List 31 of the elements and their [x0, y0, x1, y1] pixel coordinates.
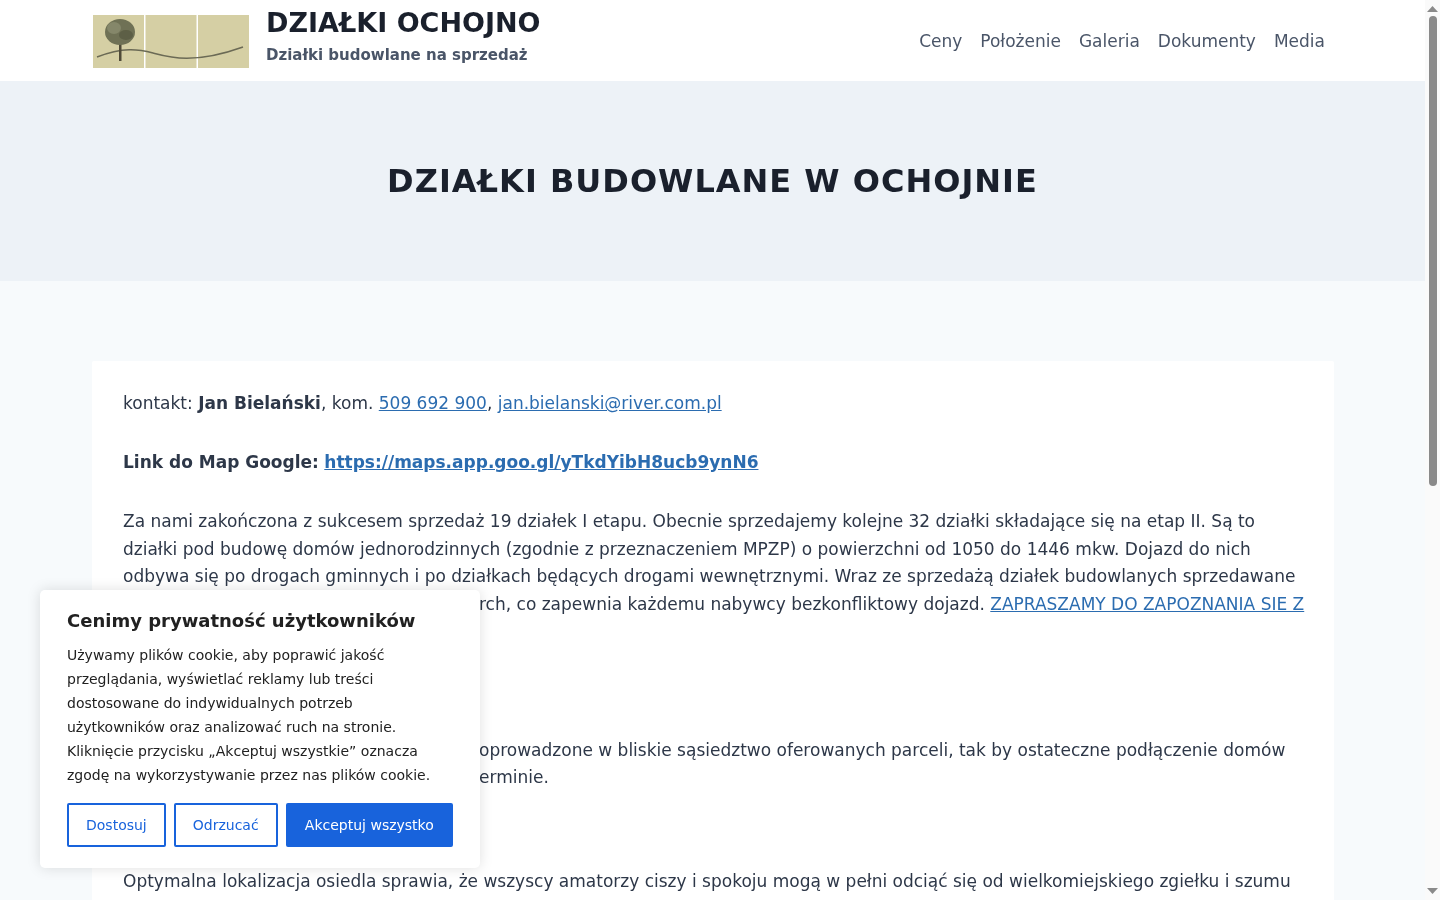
site-title[interactable]: DZIAŁKI OCHOJNO: [266, 5, 541, 40]
info-link[interactable]: ZAPRASZAMY DO ZAPOZNANIA SIE Z: [990, 593, 1305, 614]
scrollbar-thumb[interactable]: [1428, 16, 1437, 486]
page-heading: DZIAŁKI BUDOWLANE W OCHOJNIE: [387, 162, 1038, 200]
cookie-title: Cenimy prywatność użytkowników: [67, 610, 417, 631]
tagline: Działki budowlane na sprzedaż: [266, 45, 529, 64]
scroll-down-icon[interactable]: [1427, 888, 1438, 894]
nav-link[interactable]: Ceny: [919, 30, 963, 51]
logo-drawing[interactable]: [93, 15, 249, 68]
cookie-button[interactable]: Odrzucać: [173, 803, 278, 847]
cookie-button[interactable]: Dostosuj: [67, 803, 166, 847]
nav-link[interactable]: Położenie: [980, 30, 1061, 51]
contact-link[interactable]: 509 692 900: [378, 393, 487, 413]
scroll-up-icon[interactable]: [1427, 6, 1438, 12]
map-link[interactable]: https://maps.app.goo.gl/yTkdYibH8ucb9ynN6: [324, 452, 759, 472]
cookie-text: Używamy plików cookie, aby poprawić jakość przeglądania, wyświetlać reklamy lub treści dostosowane do indywidualnych potrzeb użytkowników oraz analizować ruch na stronie. Kliknięcie przycisku „Akceptuj wszystkie” oznacza zgodę na wykorzystywanie przez nas plików cookie.: [67, 646, 432, 785]
paragraph-line: oprowadzone w bliskie sąsiedztwo oferowanych parceli, tak by ostateczne podłączenie domów: [479, 738, 1286, 762]
paragraph-line: działki pod budowę domów jednorodzinnych (zgodnie z przeznaczeniem MPZP) o powierzchni od 1050 do 1446 mkw. Dojazd do nich: [123, 537, 1252, 561]
paragraph-line: rch, co zapewnia każdemu nabywcy bezkonfliktowy dojazd. ZAPRASZAMY DO ZAPOZNANIA SIE Z: [479, 592, 1305, 616]
paragraph-line: Optymalna lokalizacja osiedla sprawia, że wszyscy amatorzy ciszy i spokoju mogą w pełni odciąć się od wielkomiejskiego zgiełku i szumu: [123, 869, 1292, 893]
scrollbar[interactable]: [1425, 0, 1440, 900]
paragraph-line: Za nami zakończona z sukcesem sprzedaż 19 działek I etapu. Obecnie sprzedajemy kolejne 32 działki składające się na etap II. Są to: [123, 510, 1257, 533]
paragraph-line: erminie.: [479, 766, 549, 789]
contact-link[interactable]: jan.bielanski@river.com.pl: [497, 393, 722, 413]
nav-link[interactable]: Media: [1273, 30, 1325, 51]
cookie-button[interactable]: Akceptuj wszystko: [285, 803, 453, 847]
contact-line: kontakt: Jan Bielański, kom. 509 692 900, jan.bielanski@river.com.pl: [123, 392, 723, 415]
nav-link[interactable]: Galeria: [1078, 30, 1140, 51]
map-link-line: Link do Map Google: https://maps.app.goo.gl/yTkdYibH8ucb9ynN6: [123, 451, 760, 474]
nav-link[interactable]: Dokumenty: [1157, 30, 1256, 51]
paragraph-line: odbywa się po drogach gminnych i po działkach będących drogami wewnętrznymi. Wraz ze sprzedażą działek budowlanych sprzedawane: [123, 565, 1297, 588]
